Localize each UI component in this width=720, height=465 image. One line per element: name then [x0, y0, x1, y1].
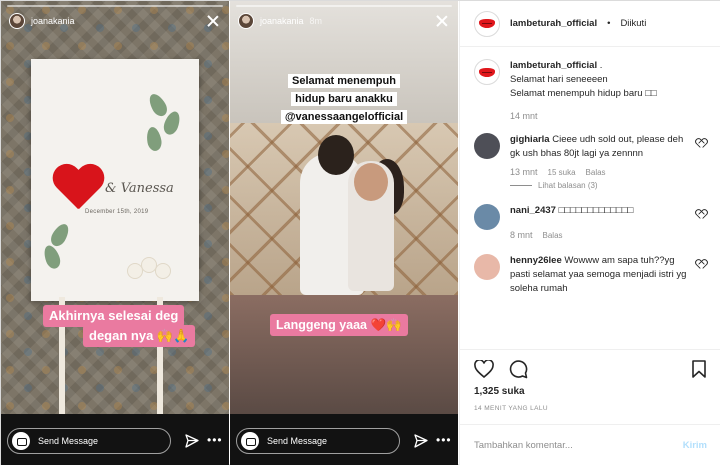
view-replies-label: Lihat balasan (3): [538, 181, 598, 190]
avatar[interactable]: [474, 10, 500, 37]
add-comment-bar: Tambahkan komentar... Kirim: [460, 424, 720, 465]
avatar[interactable]: [474, 204, 500, 230]
story-time: 8m: [309, 16, 323, 26]
story-caption: Selamat menempuh hidup baru anakku @vane…: [270, 71, 418, 125]
comment-icon[interactable]: [508, 359, 528, 379]
board-date: December 15th, 2019: [85, 209, 149, 215]
avatar[interactable]: [474, 59, 500, 85]
story-right[interactable]: joanakania 8m Selamat menempuh hidup bar…: [230, 1, 458, 465]
story-background-bottom: [230, 295, 458, 415]
avatar[interactable]: [238, 13, 254, 29]
post-caption: lambeturah_official . Selamat hari senee…: [474, 59, 709, 121]
caption-line: hidup baru anakku: [291, 92, 397, 106]
like-comment-heart-icon[interactable]: [696, 260, 705, 268]
text-sticker: Langgeng yaaa ❤️🙌: [270, 314, 408, 336]
text-sticker: Akhirnya selesai deg: [43, 305, 185, 327]
view-replies-button[interactable]: Lihat balasan (3): [510, 181, 709, 190]
list-item: henny26lee Wowww am sapa tuh??yg pasti s…: [474, 254, 709, 296]
send-icon[interactable]: [414, 434, 428, 448]
avatar[interactable]: [474, 254, 500, 280]
like-comment-heart-icon[interactable]: [696, 210, 705, 218]
list-item: gighiarla Cieee udh sold out, please deh…: [474, 133, 709, 190]
close-icon[interactable]: [207, 15, 219, 27]
flower-decoration: [127, 257, 173, 281]
reply-button[interactable]: Balas: [586, 168, 606, 177]
post-author[interactable]: lambeturah_official: [510, 18, 597, 29]
send-message-placeholder: Send Message: [267, 436, 328, 446]
comment-username[interactable]: henny26lee: [510, 255, 562, 266]
story-reply-bar: Send Message •••: [1, 414, 229, 465]
avatar[interactable]: [9, 13, 25, 29]
text-sticker: degan nya 🙌🙏: [83, 325, 196, 347]
post-comment-button[interactable]: Kirim: [683, 440, 707, 451]
caption-mention[interactable]: @vanessaangelofficial: [280, 110, 408, 124]
post-timestamp[interactable]: 14 MENIT YANG LALU: [474, 405, 707, 412]
like-comment-heart-icon[interactable]: [696, 139, 705, 147]
story-header: joanakania: [9, 13, 75, 29]
more-options-icon[interactable]: •••: [207, 434, 223, 446]
post-actions: 1,325 suka 14 MENIT YANG LALU: [460, 349, 720, 412]
caption-text: Selamat menempuh hidup baru □□: [510, 88, 657, 99]
camera-icon[interactable]: [12, 432, 30, 450]
board-names: & Vanessa: [105, 181, 174, 196]
send-message-input[interactable]: Send Message: [7, 428, 171, 454]
lips-logo-icon: [479, 67, 495, 77]
reply-button[interactable]: Balas: [543, 231, 563, 240]
caption-line: Selamat menempuh: [288, 74, 400, 88]
close-icon[interactable]: [436, 15, 448, 27]
story-reply-bar: Send Message •••: [230, 414, 458, 465]
avatar[interactable]: [474, 133, 500, 159]
story-progress-bar: [236, 5, 452, 7]
comment-time[interactable]: 13 mnt: [510, 167, 538, 177]
list-item: nani_2437 □□□□□□□□□□□□□ 8 mnt Balas: [474, 204, 709, 240]
comment-username[interactable]: nani_2437: [510, 205, 556, 216]
comment-list: lambeturah_official . Selamat hari senee…: [474, 59, 709, 341]
caption-text: .: [599, 60, 603, 71]
save-bookmark-icon[interactable]: [691, 360, 707, 378]
follow-button[interactable]: Diikuti: [620, 18, 646, 29]
comment-likes[interactable]: 15 suka: [548, 168, 576, 177]
couple-photo: [230, 123, 458, 295]
send-icon[interactable]: [185, 434, 199, 448]
lips-logo-icon: [479, 19, 495, 28]
post-header: lambeturah_official • Diikuti: [460, 1, 720, 47]
comment-username[interactable]: lambeturah_official: [510, 60, 597, 71]
story-username[interactable]: joanakania: [260, 16, 304, 26]
person-figure-head: [354, 163, 388, 201]
story-username[interactable]: joanakania: [31, 16, 75, 26]
comment-text: □□□□□□□□□□□□□: [558, 205, 634, 216]
like-heart-icon[interactable]: [474, 360, 494, 378]
story-progress-bar: [7, 5, 223, 7]
comment-username[interactable]: gighiarla: [510, 134, 550, 145]
instagram-story-screenshot: & Vanessa December 15th, 2019 joanakania…: [0, 0, 720, 465]
person-figure-head: [318, 135, 354, 175]
post-panel: lambeturah_official • Diikuti lambeturah…: [459, 1, 720, 465]
comment-time[interactable]: 8 mnt: [510, 230, 533, 240]
comment-input[interactable]: Tambahkan komentar...: [474, 440, 683, 451]
caption-text: Selamat hari seneeeen: [510, 74, 608, 85]
like-count[interactable]: 1,325 suka: [474, 386, 707, 397]
heart-emoji: [51, 165, 105, 213]
story-left[interactable]: & Vanessa December 15th, 2019 joanakania…: [1, 1, 229, 465]
story-header: joanakania 8m: [238, 13, 322, 29]
more-options-icon[interactable]: •••: [436, 434, 452, 446]
separator-dot: •: [607, 18, 611, 29]
camera-icon[interactable]: [241, 432, 259, 450]
comment-time[interactable]: 14 mnt: [510, 111, 538, 121]
send-message-input[interactable]: Send Message: [236, 428, 400, 454]
replies-dash: [510, 185, 532, 186]
send-message-placeholder: Send Message: [38, 436, 99, 446]
action-icons: [474, 358, 707, 380]
